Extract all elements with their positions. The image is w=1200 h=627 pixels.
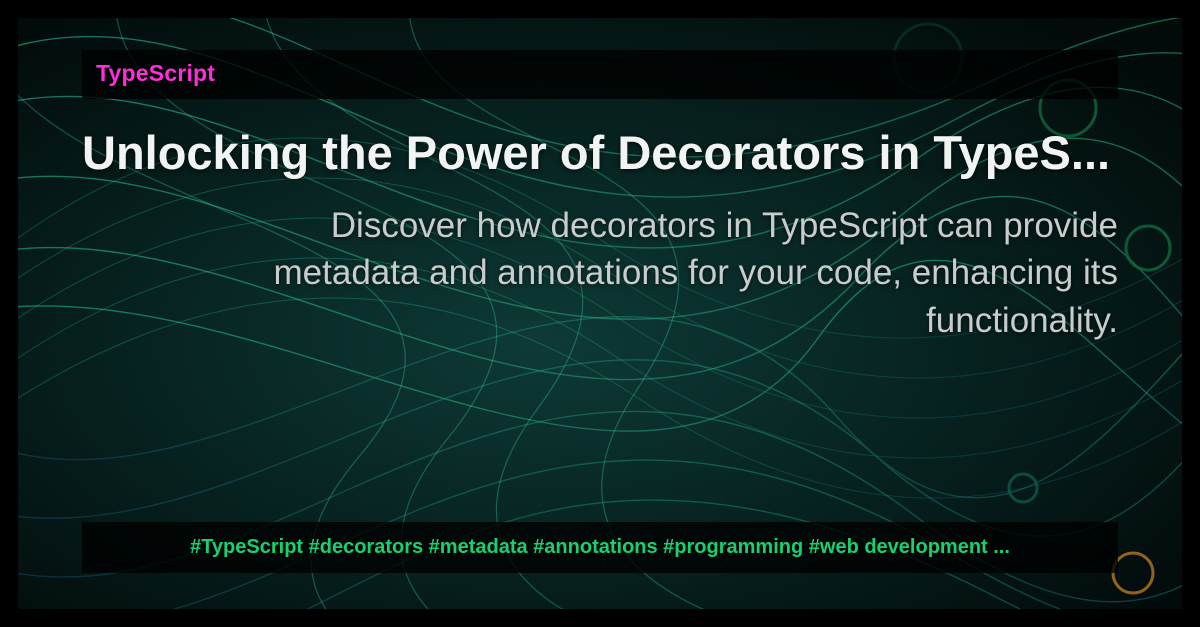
tags-bar: #TypeScript #decorators #metadata #annot… [82,522,1118,573]
content-area: TypeScript Unlocking the Power of Decora… [18,18,1182,609]
page-subtitle: Discover how decorators in TypeScript ca… [82,202,1118,344]
spacer [82,344,1118,522]
page-title: Unlocking the Power of Decorators in Typ… [82,125,1118,180]
category-bar: TypeScript [82,50,1118,99]
card-frame: TypeScript Unlocking the Power of Decora… [18,18,1182,609]
category-label: TypeScript [96,60,215,86]
